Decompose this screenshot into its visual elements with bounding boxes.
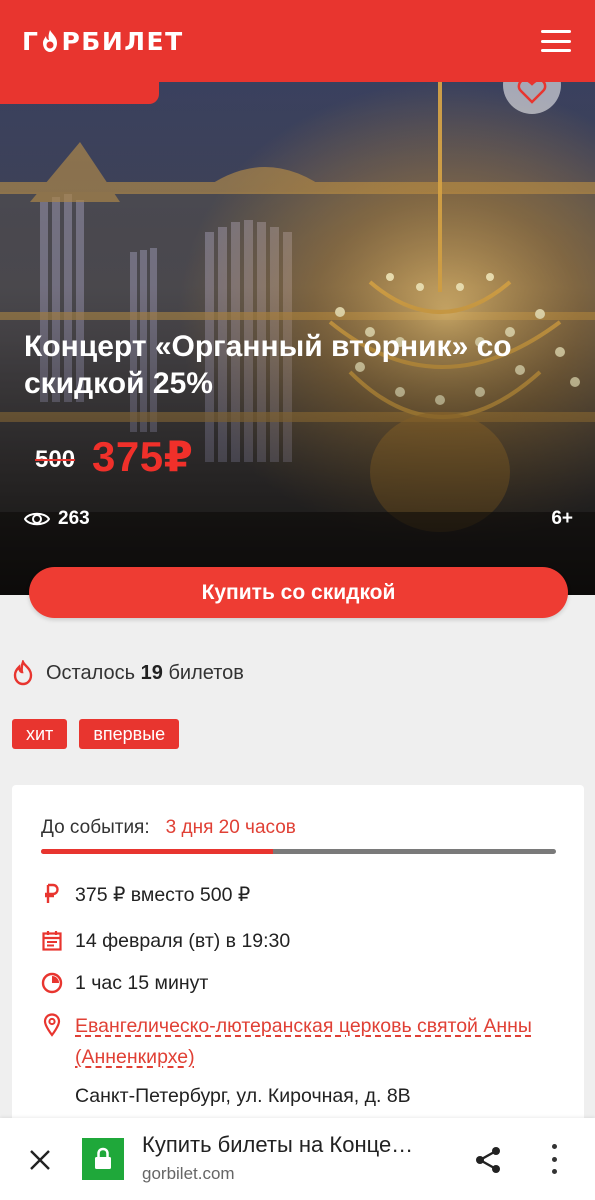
gorbilet-logo[interactable]: Г Р Б И Л Е Т bbox=[22, 27, 184, 56]
price-line: 375 ₽ вместо 500 ₽ bbox=[75, 884, 251, 906]
countdown: До события: 3 дня 20 часов bbox=[41, 817, 296, 839]
logo-letter: И bbox=[101, 26, 125, 56]
lock-icon bbox=[95, 1147, 111, 1169]
progress-fill bbox=[41, 849, 273, 854]
calendar-icon bbox=[41, 930, 63, 952]
logo-letter: Е bbox=[146, 26, 166, 56]
ruble-icon bbox=[41, 883, 63, 905]
logo-letter: Р bbox=[61, 26, 82, 56]
age-rating: 6+ bbox=[551, 508, 573, 529]
event-info-card: До события: 3 дня 20 часов 375 ₽ вместо … bbox=[12, 785, 584, 1125]
logo-letter: Г bbox=[22, 26, 40, 56]
remaining-count: 19 bbox=[140, 661, 163, 684]
more-options-icon[interactable] bbox=[548, 1144, 560, 1174]
logo-letter: Т bbox=[165, 26, 184, 56]
close-icon[interactable] bbox=[28, 1148, 52, 1172]
old-price: 500 bbox=[35, 446, 76, 473]
views-counter: 263 bbox=[24, 508, 90, 530]
countdown-progress-bar bbox=[41, 849, 556, 854]
promo-label bbox=[0, 82, 159, 104]
heart-icon bbox=[517, 82, 547, 104]
custom-tab-bar: Купить билеты на Конце… gorbilet.com bbox=[0, 1118, 595, 1200]
tags-list: хит впервые bbox=[12, 719, 180, 749]
venue-row: Евангелическо-лютеранская церковь святой… bbox=[41, 1011, 535, 1073]
share-icon[interactable] bbox=[473, 1145, 503, 1175]
logo-letter: Б bbox=[81, 26, 102, 56]
remaining-text: Осталось 19 билетов bbox=[46, 662, 244, 685]
clock-pie-icon bbox=[41, 972, 63, 994]
duration-line: 1 час 15 минут bbox=[75, 972, 209, 994]
fire-icon bbox=[13, 660, 33, 686]
venue-link[interactable]: Евангелическо-лютеранская церковь святой… bbox=[75, 1011, 535, 1073]
price-row: 375 ₽ вместо 500 ₽ bbox=[41, 883, 250, 907]
flame-logo-icon bbox=[43, 30, 58, 52]
top-header: Г Р Б И Л Е Т bbox=[0, 0, 595, 82]
countdown-value: 3 дня 20 часов bbox=[165, 817, 296, 838]
date-line: 14 февраля (вт) в 19:30 bbox=[75, 930, 291, 952]
hamburger-icon[interactable] bbox=[541, 30, 571, 52]
views-count: 263 bbox=[58, 508, 90, 529]
location-pin-icon bbox=[41, 1013, 63, 1037]
venue-address: Санкт-Петербург, ул. Кирочная, д. 8В bbox=[75, 1085, 411, 1107]
event-title: Концерт «Органный вторник» со скидкой 25… bbox=[24, 330, 512, 400]
discount-price: 375₽ bbox=[92, 433, 194, 480]
remaining-suffix: билетов bbox=[168, 661, 244, 684]
tag-first-time[interactable]: впервые bbox=[79, 719, 180, 749]
eye-icon bbox=[24, 512, 50, 526]
buy-discount-button[interactable]: Купить со скидкой bbox=[29, 567, 568, 618]
remaining-prefix: Осталось bbox=[46, 661, 136, 684]
event-hero: Концерт «Органный вторник» со скидкой 25… bbox=[0, 82, 595, 595]
tickets-remaining: Осталось 19 билетов bbox=[12, 660, 244, 686]
date-row: 14 февраля (вт) в 19:30 bbox=[41, 930, 290, 953]
browser-url: gorbilet.com bbox=[142, 1164, 235, 1183]
secure-badge[interactable] bbox=[82, 1138, 124, 1180]
duration-row: 1 час 15 минут bbox=[41, 972, 208, 995]
logo-letter: Л bbox=[124, 26, 147, 56]
browser-page-title: Купить билеты на Конце… bbox=[142, 1132, 414, 1157]
tag-hit[interactable]: хит bbox=[12, 719, 68, 749]
countdown-label: До события: bbox=[41, 817, 150, 838]
